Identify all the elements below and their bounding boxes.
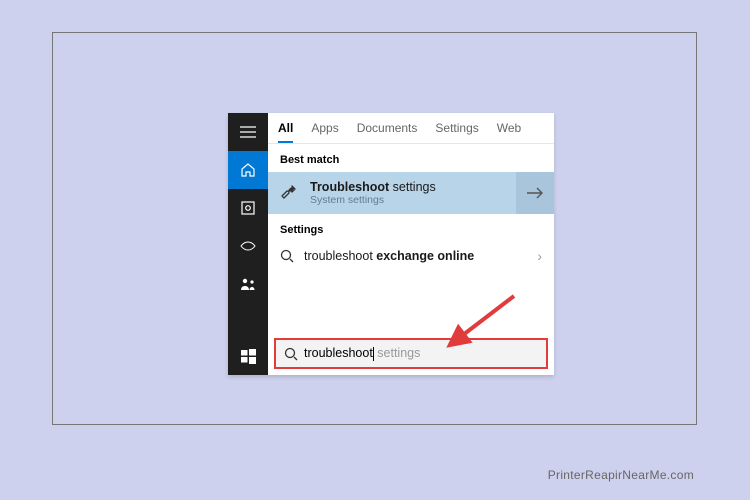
search-area: troubleshoot settings — [268, 332, 554, 375]
settings-result[interactable]: troubleshoot exchange online › — [268, 242, 554, 270]
best-match-result[interactable]: Troubleshoot settings System settings — [268, 172, 516, 214]
search-panel: All Apps Documents Settings Web Best mat… — [228, 113, 554, 375]
sidebar — [228, 113, 268, 375]
tab-all[interactable]: All — [278, 121, 293, 143]
hamburger-menu[interactable] — [228, 113, 268, 151]
filter-tabs: All Apps Documents Settings Web — [268, 113, 554, 144]
arrow-right-icon — [526, 186, 544, 200]
best-match-subtitle: System settings — [310, 194, 436, 206]
best-match-label: Best match — [268, 144, 554, 172]
sidebar-documents[interactable] — [228, 227, 268, 265]
tab-apps[interactable]: Apps — [311, 121, 338, 143]
best-match-text: Troubleshoot settings System settings — [310, 180, 436, 206]
wrench-icon — [278, 182, 300, 204]
watermark: PrinterReapirNearMe.com — [548, 468, 694, 482]
main-content: All Apps Documents Settings Web Best mat… — [268, 113, 554, 375]
tab-web[interactable]: Web — [497, 121, 521, 143]
best-match-title: Troubleshoot settings — [310, 180, 436, 194]
best-match-row: Troubleshoot settings System settings — [268, 172, 554, 214]
search-icon — [280, 249, 294, 263]
search-icon — [284, 347, 298, 361]
start-button[interactable] — [228, 337, 268, 375]
sidebar-home[interactable] — [228, 151, 268, 189]
search-text: troubleshoot settings — [304, 346, 420, 361]
tab-settings[interactable]: Settings — [435, 121, 478, 143]
sidebar-apps[interactable] — [228, 189, 268, 227]
open-details-button[interactable] — [516, 172, 554, 214]
settings-label: Settings — [268, 214, 554, 242]
tab-documents[interactable]: Documents — [357, 121, 418, 143]
settings-result-text: troubleshoot exchange online — [304, 249, 527, 263]
search-input[interactable]: troubleshoot settings — [274, 338, 548, 369]
sidebar-people[interactable] — [228, 265, 268, 303]
chevron-right-icon: › — [537, 248, 542, 264]
